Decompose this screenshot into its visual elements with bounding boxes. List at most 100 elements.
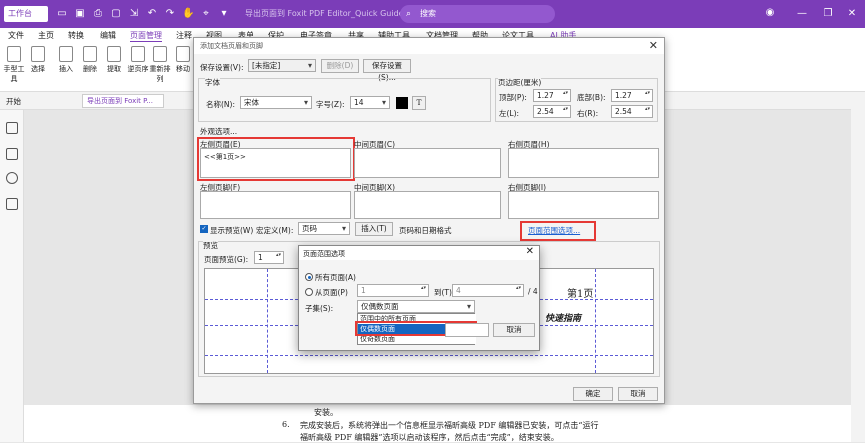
preview-group-label: 预览 [203,240,218,251]
from-page-radio[interactable] [305,288,313,296]
appearance-options-link[interactable]: 外观选项... [200,126,237,137]
cancel-button[interactable]: 取消 [618,387,658,401]
preview-page-input[interactable]: 1 [254,251,284,264]
search-input[interactable]: ⌕ 搜索 [400,5,555,23]
folder-icon[interactable]: ▭ [56,8,68,20]
extract-button[interactable]: 提取 [103,46,125,74]
right-scrollbar[interactable] [851,92,865,442]
font-size-label: 字号(Z): [316,100,345,109]
select-button[interactable]: 选择 [27,46,49,74]
insert-button[interactable]: 插入 [55,46,77,74]
attachment-icon[interactable] [6,198,18,210]
top-margin-input[interactable]: 1.27 [533,89,571,102]
hand-tool-button[interactable]: 手型工具 [3,46,25,84]
save-settings-button[interactable]: 保存设置(S)... [363,59,411,82]
macro-label: 宏定义(M): [256,226,294,235]
subset-value: 仅偶数页面 [361,302,399,311]
ok-button[interactable]: 确定 [573,387,613,401]
center-footer-input[interactable] [354,191,501,219]
move-label: 移动 [176,65,190,73]
saved-settings-value: [未指定] [252,61,281,70]
show-preview-checkbox[interactable]: ✓ [200,225,208,233]
menu-comment[interactable]: 注释 [176,30,192,41]
pages-icon[interactable] [6,148,18,160]
delete-label: 删除 [83,65,97,73]
close-window-icon[interactable]: ✕ [846,8,858,20]
right-margin-input[interactable]: 2.54 [611,105,653,118]
page-date-format-link[interactable]: 页码和日期格式 [399,225,452,236]
all-pages-radio[interactable] [305,273,313,281]
search-placeholder: 搜索 [420,9,436,18]
extract-page-icon [107,46,121,62]
undo-icon[interactable]: ↶ [146,8,158,20]
dialog-close-icon[interactable]: ✕ [649,39,658,52]
font-name-label: 名称(N): [206,100,235,109]
reverse-order-button[interactable]: 逆页序 [127,46,149,74]
bookmark-icon[interactable] [6,122,18,134]
print-icon[interactable]: ⎙ [92,8,104,20]
rearrange-icon [153,46,167,62]
comment-icon[interactable] [6,172,18,184]
move-button[interactable]: 移动 [172,46,194,74]
new-file-icon[interactable]: ▢ [110,8,122,20]
macro-value: 页码 [302,224,317,233]
delete-button[interactable]: 删除 [79,46,101,74]
tab-document-label: 导出页面到 Foxit P... [87,97,153,105]
page-range-close-icon[interactable]: ✕ [526,246,534,257]
rearrange-button[interactable]: 重新排列 [149,46,171,84]
workbench-button[interactable]: 工作台 [4,6,48,22]
top-margin-label: 顶部(P): [499,93,527,102]
document-title: 导出页面到 Foxit PDF Editor_Quick Guide.pdf * [245,9,426,18]
rearrange-label: 重新排列 [149,65,171,83]
user-avatar-icon[interactable]: ◉ [764,7,776,19]
tab-document[interactable]: 导出页面到 Foxit P... [82,94,164,108]
from-page-value: 1 [361,286,366,295]
title-bar: 工作台 ▭ ▣ ⎙ ▢ ⇲ ↶ ↷ ✋ ⌖ ▾ 导出页面到 Foxit PDF … [0,0,865,28]
page-range-highlight [520,221,596,241]
more-chevron-icon[interactable]: ▾ [218,8,230,20]
insert-macro-button[interactable]: 插入(T) [355,222,393,236]
export-icon[interactable]: ⇲ [128,8,140,20]
bottom-margin-input[interactable]: 1.27 [611,89,653,102]
menu-convert[interactable]: 转换 [68,30,84,41]
delete-settings-button[interactable]: 删除(D) [321,59,359,73]
to-page-input[interactable]: 4 [452,284,524,297]
text-style-icon[interactable]: T [412,96,426,110]
page-range-cancel-button[interactable]: 取消 [493,323,535,337]
font-name-value: 宋体 [244,98,259,107]
hand-icon[interactable]: ✋ [182,8,194,20]
insert-label: 插入 [59,65,73,73]
page-range-title-bar: 页面范围选项 ✕ [299,246,539,260]
saved-settings-select[interactable]: [未指定] [248,59,316,72]
subset-select[interactable]: 仅偶数页面 [357,300,475,313]
font-name-select[interactable]: 宋体 [240,96,312,109]
hand-icon [7,46,21,62]
cursor-icon [31,46,45,62]
menu-edit[interactable]: 编辑 [100,30,116,41]
right-header-input[interactable] [508,148,659,178]
page-range-dialog: 页面范围选项 ✕ 所有页面(A) 从页面(P) 1 到(T) 4 / 4 子集(… [298,245,540,351]
preview-left-guide [267,269,268,373]
right-footer-input[interactable] [508,191,659,219]
show-preview-label: 显示预览(W) [210,226,254,235]
select-icon[interactable]: ⌖ [200,8,212,20]
font-color-swatch[interactable] [396,97,408,109]
from-page-input[interactable]: 1 [357,284,429,297]
macro-select[interactable]: 页码 [298,222,350,235]
right-margin-value: 2.54 [615,107,632,116]
menu-file[interactable]: 文件 [8,30,24,41]
left-margin-input[interactable]: 2.54 [533,105,571,118]
center-header-input[interactable] [354,148,501,178]
minimize-icon[interactable]: — [796,8,808,20]
reverse-icon [131,46,145,62]
insert-page-icon [59,46,73,62]
redo-icon[interactable]: ↷ [164,8,176,20]
left-footer-input[interactable] [200,191,351,219]
menu-home[interactable]: 主页 [38,30,54,41]
font-size-select[interactable]: 14 [350,96,390,109]
save-icon[interactable]: ▣ [74,8,86,20]
doc-line-3: 福昕高级 PDF 编辑器”选项以启动该程序，然后点击“完成”，结束安装。 [300,433,559,442]
tab-start[interactable]: 开始 [6,96,21,107]
page-range-ok-button[interactable] [445,323,489,337]
restore-icon[interactable]: ❐ [822,8,834,20]
